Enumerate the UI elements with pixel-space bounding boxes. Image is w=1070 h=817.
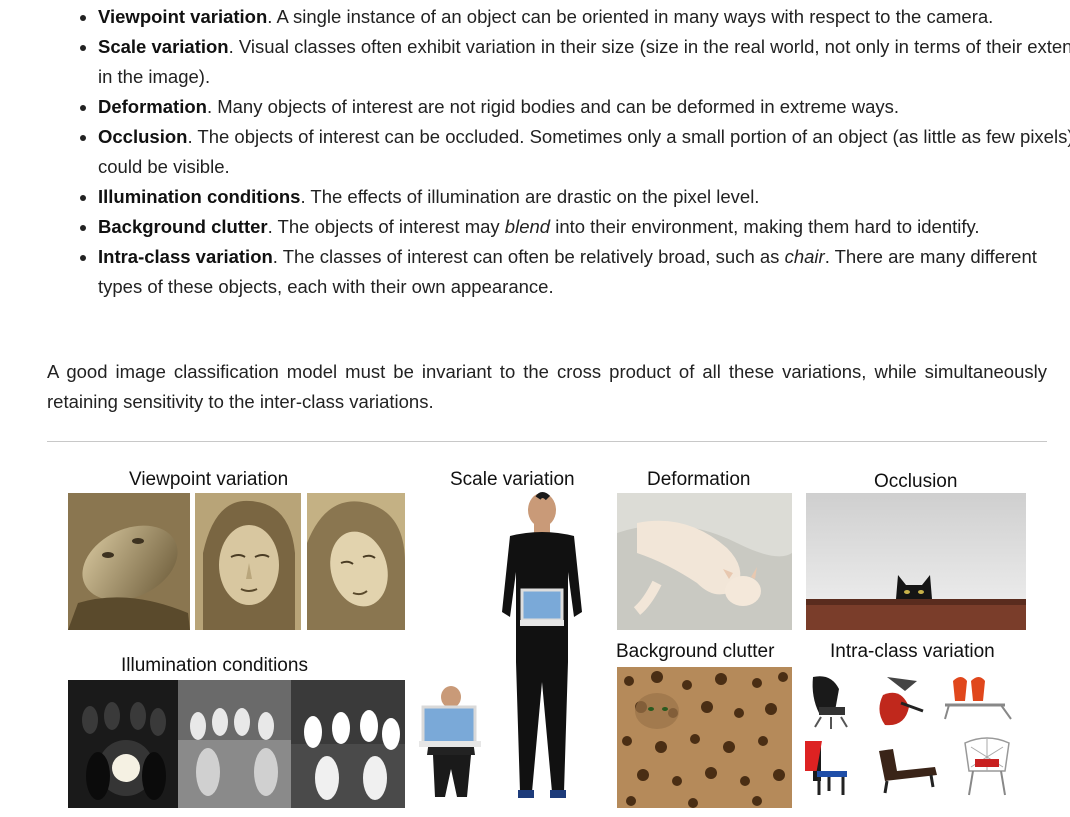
term: Intra-class variation [98,246,273,267]
caption-deformation: Deformation [647,469,751,490]
statue-image [307,493,405,630]
penguins-bright-image [291,680,405,808]
challenges-figure: Viewpoint variation Scale variation Defo… [47,442,1047,817]
list-item: Viewpoint variation. A single instance o… [98,2,1070,32]
term: Scale variation [98,36,229,57]
term: Occlusion [98,126,188,147]
list-item: Intra-class variation. The classes of in… [98,242,1070,302]
occluded-cat-image [806,493,1026,630]
tall-person-image [482,492,602,804]
list-item: Deformation. Many objects of interest ar… [98,92,1070,122]
caption-occlusion: Occlusion [874,471,958,492]
caption-viewpoint: Viewpoint variation [129,469,289,490]
statue-image [195,493,301,630]
list-item: Illumination conditions. The effects of … [98,182,1070,212]
caption-scale: Scale variation [450,469,575,490]
term: Deformation [98,96,207,117]
caption-clutter: Background clutter [616,641,775,662]
caption-intraclass: Intra-class variation [830,641,995,662]
penguins-lit-image [178,680,291,808]
list-item: Background clutter. The objects of inter… [98,212,1070,242]
term: Viewpoint variation [98,6,268,27]
statue-image [68,493,190,630]
summary-paragraph: A good image classification model must b… [47,361,1047,412]
camouflaged-cat-image [617,667,792,808]
penguins-dark-image [68,680,178,808]
chairs-image [805,667,1025,808]
caption-illumination: Illumination conditions [121,655,308,676]
term: Background clutter [98,216,268,237]
cat-image [617,493,792,630]
short-person-image [417,685,489,803]
challenges-list: Viewpoint variation. A single instance o… [78,2,1070,302]
list-item: Occlusion. The objects of interest can b… [98,122,1070,182]
list-item: Scale variation. Visual classes often ex… [98,32,1070,92]
term: Illumination conditions [98,186,301,207]
